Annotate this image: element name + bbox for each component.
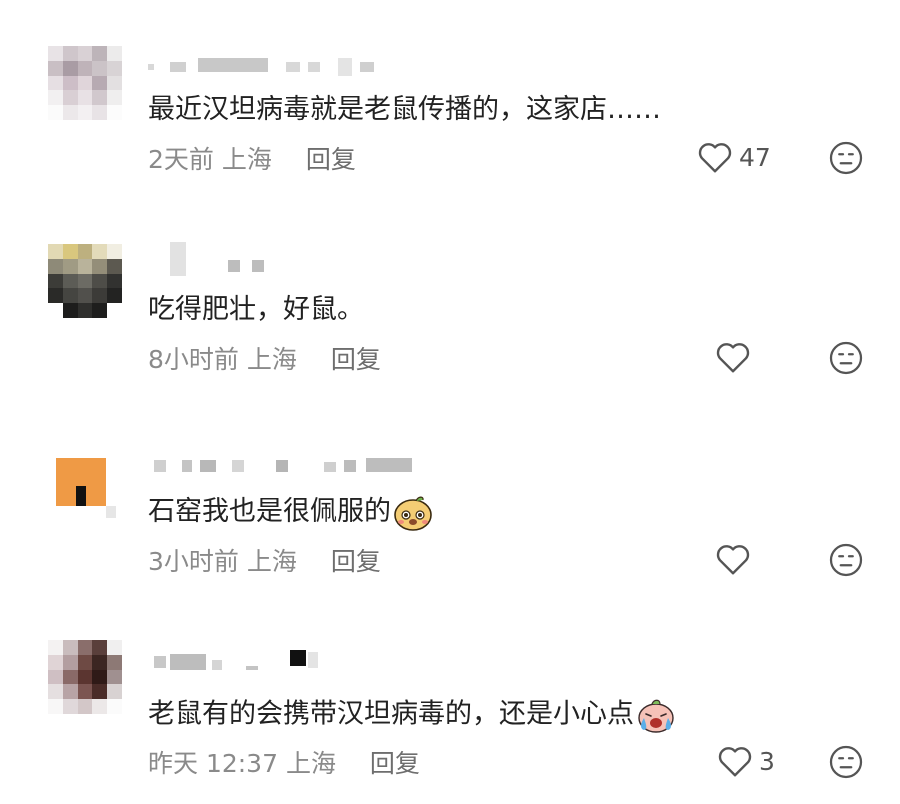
like-button[interactable] xyxy=(715,340,757,374)
reply-button[interactable]: 回复 xyxy=(331,345,381,374)
comment-location: 上海 xyxy=(246,547,297,576)
reply-button[interactable]: 回复 xyxy=(306,145,356,174)
reply-button[interactable]: 回复 xyxy=(331,547,381,576)
comment-time: 2天前 xyxy=(148,145,214,174)
comment-meta: 3小时前 上海 回复 xyxy=(148,542,381,578)
like-button[interactable] xyxy=(715,542,757,576)
comment-time: 3小时前 xyxy=(148,547,239,576)
username-obscured[interactable] xyxy=(148,458,428,478)
like-button[interactable]: 3 xyxy=(717,744,775,778)
comment-item: 老鼠有的会携带汉坦病毒的，还是小心点 昨天 12:37 上海 回复 3 xyxy=(0,604,900,804)
comment-item: 最近汉坦病毒就是老鼠传播的，这家店…… 2天前 上海 回复 47 xyxy=(0,0,900,200)
comment-item: 石窑我也是很佩服的 3小时前 上海 回复 xyxy=(0,402,900,602)
like-count: 47 xyxy=(739,142,771,172)
comment-text: 老鼠有的会携带汉坦病毒的，还是小心点 xyxy=(148,696,676,734)
reply-button[interactable]: 回复 xyxy=(370,749,420,778)
comment-location: 上海 xyxy=(221,145,272,174)
comment-meta: 2天前 上海 回复 xyxy=(148,140,356,176)
like-button[interactable]: 47 xyxy=(697,140,771,174)
mouse-emoji xyxy=(394,496,432,531)
heart-icon xyxy=(716,343,750,373)
comment-location: 上海 xyxy=(285,749,336,778)
heart-icon xyxy=(718,747,752,777)
avatar[interactable] xyxy=(48,640,122,714)
avatar[interactable] xyxy=(56,458,116,518)
dislike-face-icon[interactable] xyxy=(828,140,864,176)
comment-text: 吃得肥壮，好鼠。 xyxy=(148,294,364,325)
dislike-face-icon[interactable] xyxy=(828,744,864,780)
username-obscured[interactable] xyxy=(148,242,278,276)
username-obscured[interactable] xyxy=(148,58,408,78)
avatar[interactable] xyxy=(48,46,122,120)
comment-item: 吃得肥壮，好鼠。 8小时前 上海 回复 xyxy=(0,200,900,400)
comment-meta: 昨天 12:37 上海 回复 xyxy=(148,744,420,780)
comment-text-content: 石窑我也是很佩服的 xyxy=(148,496,391,527)
heart-icon xyxy=(698,143,732,173)
username-obscured[interactable] xyxy=(148,650,348,674)
like-count: 3 xyxy=(759,746,775,776)
avatar[interactable] xyxy=(48,244,122,318)
comment-text: 石窑我也是很佩服的 xyxy=(148,494,433,531)
comment-time: 8小时前 xyxy=(148,345,239,374)
dislike-face-icon[interactable] xyxy=(828,542,864,578)
heart-icon xyxy=(716,545,750,575)
comment-text: 最近汉坦病毒就是老鼠传播的，这家店…… xyxy=(148,94,661,125)
comment-meta: 8小时前 上海 回复 xyxy=(148,340,381,376)
crying-emoji xyxy=(638,699,674,733)
comment-text-content: 老鼠有的会携带汉坦病毒的，还是小心点 xyxy=(148,698,634,730)
comment-location: 上海 xyxy=(246,345,297,374)
comment-time: 昨天 12:37 xyxy=(148,749,278,778)
dislike-face-icon[interactable] xyxy=(828,340,864,376)
